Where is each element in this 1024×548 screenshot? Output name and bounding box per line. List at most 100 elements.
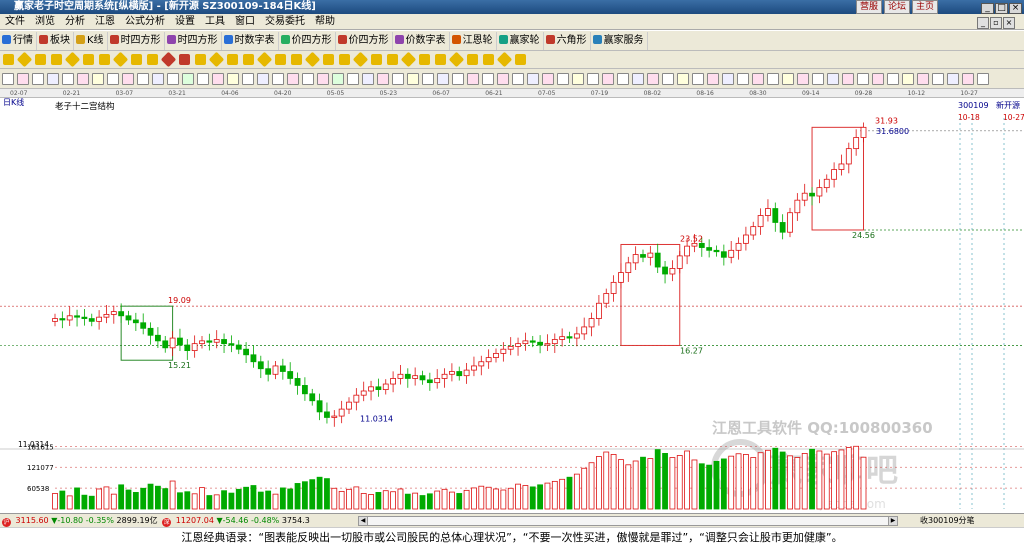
analysis-tool-icon[interactable] (107, 73, 119, 85)
analysis-tool-icon[interactable] (512, 73, 524, 85)
menu-item-4[interactable]: 公式分析 (120, 14, 170, 30)
analysis-tool-icon[interactable] (497, 73, 509, 85)
draw-tool-icon[interactable] (304, 51, 321, 68)
draw-tool-icon[interactable] (51, 54, 62, 65)
analysis-tool-icon[interactable] (602, 73, 614, 85)
draw-tool-icon[interactable] (275, 54, 286, 65)
draw-tool-icon[interactable] (147, 54, 158, 65)
analysis-tool-icon[interactable] (392, 73, 404, 85)
kline-chart[interactable]: 日K线 老子十二宫结构 300109 新开源 10-18 10-27 江恩工具软… (0, 98, 1024, 511)
menu-item-6[interactable]: 工具 (200, 14, 230, 30)
analysis-tool-icon[interactable] (842, 73, 854, 85)
analysis-tool-icon[interactable] (272, 73, 284, 85)
analysis-tool-icon[interactable] (527, 73, 539, 85)
minimize-icon[interactable]: _ (981, 3, 994, 14)
draw-tool-icon[interactable] (179, 54, 190, 65)
analysis-tool-icon[interactable] (467, 73, 479, 85)
draw-tool-icon[interactable] (16, 51, 33, 68)
analysis-tool-icon[interactable] (122, 73, 134, 85)
analysis-tool-icon[interactable] (167, 73, 179, 85)
analysis-tool-icon[interactable] (422, 73, 434, 85)
analysis-tool-icon[interactable] (32, 73, 44, 85)
analysis-tool-icon[interactable] (437, 73, 449, 85)
analysis-tool-icon[interactable] (347, 73, 359, 85)
analysis-tool-icon[interactable] (542, 73, 554, 85)
analysis-tool-icon[interactable] (257, 73, 269, 85)
analysis-tool-icon[interactable] (632, 73, 644, 85)
draw-tool-icon[interactable] (496, 51, 513, 68)
draw-tool-icon[interactable] (227, 54, 238, 65)
link-service[interactable]: 营服 (855, 0, 882, 14)
draw-tool-icon[interactable] (208, 51, 225, 68)
scroll-right-icon[interactable]: ▶ (888, 517, 897, 525)
analysis-tool-icon[interactable] (617, 73, 629, 85)
toolbar-button-3[interactable]: 时四方形 (108, 32, 165, 50)
toolbar-button-9[interactable]: 江恩轮 (450, 32, 497, 50)
analysis-tool-icon[interactable] (557, 73, 569, 85)
analysis-tool-icon[interactable] (452, 73, 464, 85)
toolbar-button-12[interactable]: 赢家服务 (591, 32, 648, 50)
toolbar-button-6[interactable]: 价四方形 (279, 32, 336, 50)
draw-tool-icon[interactable] (323, 54, 334, 65)
analysis-tool-icon[interactable] (587, 73, 599, 85)
analysis-tool-icon[interactable] (2, 73, 14, 85)
draw-tool-icon[interactable] (35, 54, 46, 65)
analysis-tool-icon[interactable] (47, 73, 59, 85)
analysis-tool-icon[interactable] (812, 73, 824, 85)
toolbar-button-5[interactable]: 时数字表 (222, 32, 279, 50)
analysis-tool-icon[interactable] (77, 73, 89, 85)
toolbar-button-10[interactable]: 赢家轮 (497, 32, 544, 50)
analysis-tool-icon[interactable] (752, 73, 764, 85)
analysis-tool-icon[interactable] (377, 73, 389, 85)
toolbar-button-4[interactable]: 时四方形 (165, 32, 222, 50)
analysis-tool-icon[interactable] (677, 73, 689, 85)
draw-tool-icon[interactable] (483, 54, 494, 65)
menu-item-0[interactable]: 文件 (0, 14, 30, 30)
toolbar-button-7[interactable]: 价四方形 (336, 32, 393, 50)
draw-tool-icon[interactable] (291, 54, 302, 65)
mdi-close-icon[interactable]: × (1003, 17, 1015, 29)
toolbar-button-8[interactable]: 价数字表 (393, 32, 450, 50)
analysis-tool-icon[interactable] (302, 73, 314, 85)
draw-tool-icon[interactable] (448, 51, 465, 68)
menu-item-2[interactable]: 分析 (60, 14, 90, 30)
analysis-tool-icon[interactable] (212, 73, 224, 85)
analysis-tool-icon[interactable] (737, 73, 749, 85)
analysis-tool-icon[interactable] (92, 73, 104, 85)
analysis-tool-icon[interactable] (962, 73, 974, 85)
menu-item-5[interactable]: 设置 (170, 14, 200, 30)
draw-tool-icon[interactable] (256, 51, 273, 68)
draw-tool-icon[interactable] (339, 54, 350, 65)
draw-tool-icon[interactable] (160, 51, 177, 68)
draw-tool-icon[interactable] (99, 54, 110, 65)
tick-detail-label[interactable]: 收300109分笔 (920, 514, 975, 528)
draw-tool-icon[interactable] (435, 54, 446, 65)
draw-tool-icon[interactable] (3, 54, 14, 65)
draw-tool-icon[interactable] (352, 51, 369, 68)
analysis-tool-icon[interactable] (767, 73, 779, 85)
analysis-tool-icon[interactable] (692, 73, 704, 85)
analysis-tool-icon[interactable] (287, 73, 299, 85)
analysis-tool-icon[interactable] (572, 73, 584, 85)
analysis-tool-icon[interactable] (722, 73, 734, 85)
analysis-tool-icon[interactable] (662, 73, 674, 85)
analysis-tool-icon[interactable] (242, 73, 254, 85)
draw-tool-icon[interactable] (387, 54, 398, 65)
mdi-restore-icon[interactable]: ▫ (990, 17, 1002, 29)
menu-item-7[interactable]: 窗口 (230, 14, 260, 30)
draw-tool-icon[interactable] (515, 54, 526, 65)
menu-item-8[interactable]: 交易委托 (260, 14, 310, 30)
analysis-tool-icon[interactable] (152, 73, 164, 85)
analysis-tool-icon[interactable] (857, 73, 869, 85)
analysis-tool-icon[interactable] (407, 73, 419, 85)
analysis-tool-icon[interactable] (887, 73, 899, 85)
maximize-icon[interactable]: □ (995, 3, 1008, 14)
draw-tool-icon[interactable] (243, 54, 254, 65)
analysis-tool-icon[interactable] (197, 73, 209, 85)
link-forum[interactable]: 论坛 (883, 0, 910, 14)
link-home[interactable]: 主页 (911, 0, 938, 14)
analysis-tool-icon[interactable] (62, 73, 74, 85)
analysis-tool-icon[interactable] (647, 73, 659, 85)
toolbar-button-1[interactable]: 板块 (37, 32, 74, 50)
draw-tool-icon[interactable] (400, 51, 417, 68)
